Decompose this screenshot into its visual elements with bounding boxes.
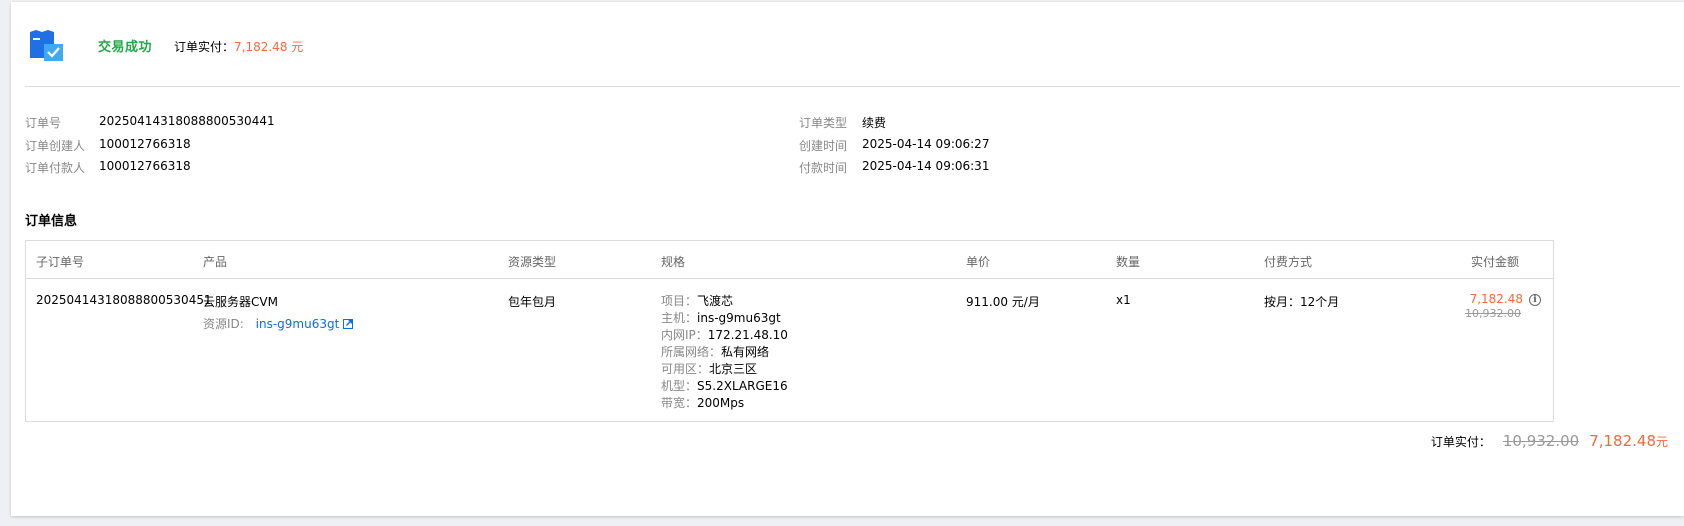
paid-summary: 订单实付：7,182.48 元 — [174, 38, 303, 55]
spec-item: 可用区：北京三区 — [661, 361, 788, 378]
unit-price: 911.00 元/月 — [966, 295, 1040, 309]
paid-summary-amount: 7,182.48 元 — [234, 40, 304, 54]
spec-label: 机型： — [661, 379, 698, 393]
section-title: 订单信息 — [25, 214, 78, 229]
resource-id-link[interactable]: ins-g9mu63gt — [256, 317, 354, 331]
col-resource-type: 资源类型 — [508, 255, 557, 269]
total-paid-amount: 7,182.48 — [1589, 432, 1656, 450]
spec-value: 200Mps — [697, 396, 745, 410]
spec-item: 带宽：200Mps — [661, 395, 788, 412]
spec-value: ins-g9mu63gt — [697, 311, 781, 325]
order-status-header: 交易成功 订单实付：7,182.48 元 — [30, 26, 1680, 66]
spec-item: 机型：S5.2XLARGE16 — [661, 378, 788, 395]
col-unit-price: 单价 — [966, 255, 991, 269]
spec-value: 飞渡芯 — [697, 294, 734, 308]
spec-label: 可用区： — [661, 362, 710, 376]
spec-list: 项目：飞渡芯 主机：ins-g9mu63gt 内网IP：172.21.48.10… — [661, 293, 788, 412]
info-value: 20250414318088800530441 — [99, 114, 275, 128]
info-value: 续费 — [862, 116, 887, 130]
col-sub-order-no: 子订单号 — [36, 255, 85, 269]
table-header: 子订单号 产品 资源类型 规格 单价 数量 付费方式 实付金额 — [26, 241, 1553, 279]
spec-label: 项目： — [661, 294, 698, 308]
resource-id: 资源ID: ins-g9mu63gt — [203, 315, 354, 332]
paid-summary-label: 订单实付： — [174, 40, 235, 54]
info-value: 2025-04-14 09:06:27 — [862, 136, 990, 151]
external-link-icon — [343, 319, 354, 329]
spec-value: S5.2XLARGE16 — [697, 379, 788, 393]
spec-value: 172.21.48.10 — [707, 328, 788, 342]
header-divider — [25, 86, 1680, 87]
spec-label: 带宽： — [661, 396, 698, 410]
quantity: x1 — [1116, 293, 1131, 307]
total-label: 订单实付： — [1430, 435, 1491, 449]
col-product: 产品 — [203, 255, 228, 269]
row-paid-amount: 7,182.48 — [1469, 292, 1523, 306]
info-label: 付款时间 — [799, 161, 848, 175]
table-row: 20250414318088800530451 云服务器CVM 资源ID: in… — [26, 279, 1553, 421]
order-success-icon — [30, 30, 63, 61]
info-circle-icon[interactable]: i — [1529, 293, 1541, 306]
spec-item: 内网IP：172.21.48.10 — [661, 327, 788, 344]
spec-label: 所属网络： — [661, 345, 722, 359]
info-label: 订单创建人 — [25, 138, 86, 153]
resource-id-value: ins-g9mu63gt — [255, 317, 340, 331]
col-quantity: 数量 — [1116, 255, 1141, 269]
sub-order-no: 20250414318088800530451 — [36, 293, 212, 307]
spec-label: 主机： — [661, 311, 698, 325]
status-title: 交易成功 — [98, 40, 153, 55]
row-original-amount: 10,932.00 — [1465, 307, 1521, 320]
col-paid-amount: 实付金额 — [1471, 255, 1520, 269]
info-label: 订单类型 — [799, 116, 848, 130]
col-billing: 付费方式 — [1264, 255, 1313, 269]
order-detail-card: 交易成功 订单实付：7,182.48 元 订单号 202504143180888… — [11, 2, 1684, 516]
product-name: 云服务器CVM — [203, 295, 278, 309]
total-original-amount: 10,932.00 — [1502, 432, 1580, 450]
order-items-table: 子订单号 产品 资源类型 规格 单价 数量 付费方式 实付金额 20250414… — [25, 240, 1554, 422]
info-value: 100012766318 — [99, 136, 191, 151]
info-value: 100012766318 — [99, 159, 191, 173]
paid-amount-cell: 7,182.48 i 10,932.00 — [1465, 292, 1541, 320]
info-label: 订单号 — [25, 116, 62, 130]
order-total: 订单实付： 10,932.00 7,182.48元 — [1431, 432, 1668, 450]
total-currency-unit: 元 — [1655, 435, 1668, 449]
spec-value: 私有网络 — [721, 345, 770, 359]
col-specs: 规格 — [661, 255, 686, 269]
spec-item: 主机：ins-g9mu63gt — [661, 310, 788, 327]
spec-value: 北京三区 — [709, 362, 758, 376]
spec-label: 内网IP： — [661, 328, 708, 342]
info-label: 订单付款人 — [25, 161, 86, 175]
spec-item: 所属网络：私有网络 — [661, 344, 788, 361]
info-value: 2025-04-14 09:06:31 — [862, 159, 990, 173]
spec-item: 项目：飞渡芯 — [661, 293, 788, 310]
billing-method: 按月：12个月 — [1264, 295, 1340, 309]
resource-id-label: 资源ID: — [203, 317, 244, 331]
info-label: 创建时间 — [799, 138, 848, 153]
resource-type: 包年包月 — [508, 295, 557, 309]
